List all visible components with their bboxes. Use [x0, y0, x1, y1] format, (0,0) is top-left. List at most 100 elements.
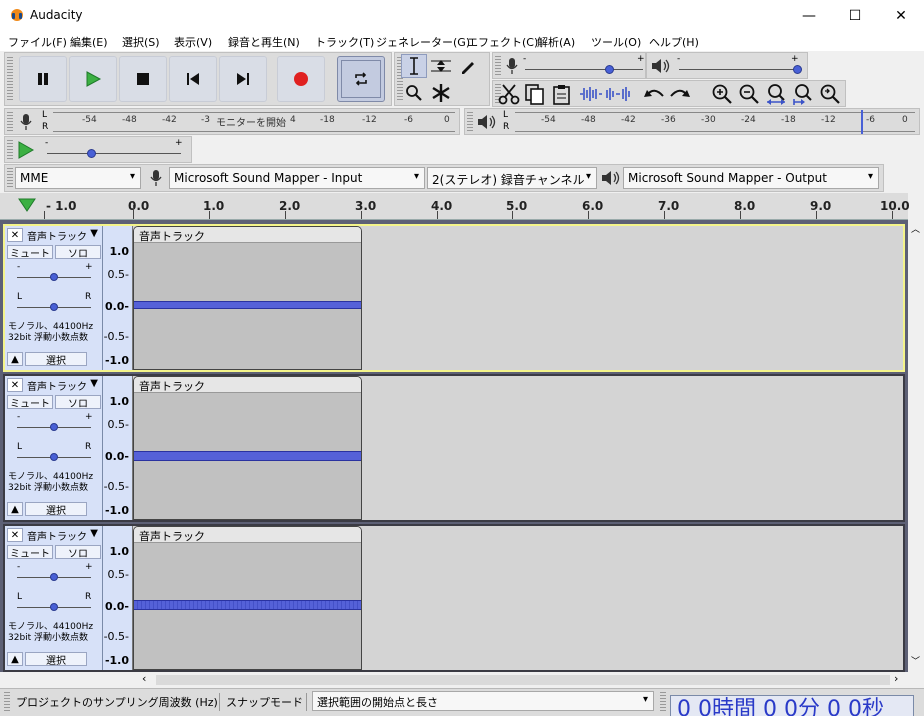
menu-transport[interactable]: 録音と再生(N) — [228, 34, 300, 50]
mute-button[interactable]: ミュート — [7, 395, 53, 410]
toolbar-grip[interactable] — [660, 692, 666, 712]
zoom-out-icon[interactable] — [738, 83, 760, 105]
select-track-button[interactable]: 選択 — [25, 652, 87, 667]
silence-audio-icon[interactable] — [605, 85, 631, 103]
maximize-button[interactable]: ☐ — [832, 0, 878, 31]
loop-button[interactable] — [337, 56, 385, 102]
audio-host-dropdown[interactable]: MME ▾ — [15, 167, 141, 189]
close-button[interactable]: ✕ — [878, 0, 924, 31]
zoom-tool[interactable] — [401, 81, 427, 105]
track-control-panel[interactable]: ✕ 音声トラック ▼ ミュート ソロ - + L R モノラル、44100Hz … — [5, 226, 103, 370]
audio-clip[interactable]: 音声トラック — [133, 376, 362, 520]
multi-tool[interactable] — [428, 81, 454, 105]
chevron-down-icon[interactable]: ﹀ — [911, 654, 920, 667]
selection-start-time[interactable]: 0 0時間 0 0分 0 0秒 — [670, 695, 914, 716]
menu-generate[interactable]: ジェネレーター(G) — [376, 34, 470, 50]
play-button[interactable] — [69, 56, 117, 102]
track-control-panel[interactable]: ✕ 音声トラック ▼ ミュート ソロ - + L R モノラル、44100Hz … — [5, 376, 103, 520]
menu-tools[interactable]: ツール(O) — [591, 34, 641, 50]
trim-audio-icon[interactable] — [578, 85, 604, 103]
zoom-toggle-icon[interactable] — [819, 83, 841, 105]
audio-track[interactable]: ✕ 音声トラック ▼ ミュート ソロ - + L R モノラル、44100Hz … — [3, 224, 905, 372]
track-close-button[interactable]: ✕ — [7, 378, 23, 392]
zoom-in-icon[interactable] — [711, 83, 733, 105]
menu-view[interactable]: 表示(V) — [174, 34, 212, 50]
start-monitoring-label[interactable]: モニターを開始 — [216, 114, 286, 129]
collapse-icon[interactable]: ▲ — [7, 652, 23, 666]
rec-volume-slider[interactable] — [605, 65, 614, 74]
toolbar-grip[interactable] — [4, 692, 10, 712]
amplitude-scale[interactable]: 1.0 0.5- 0.0- -0.5- -1.0 — [103, 376, 133, 520]
menu-edit[interactable]: 編集(E) — [70, 34, 108, 50]
mute-button[interactable]: ミュート — [7, 245, 53, 260]
amplitude-scale[interactable]: 1.0 0.5- 0.0- -0.5- -1.0 — [103, 526, 133, 670]
collapse-icon[interactable]: ▲ — [7, 502, 23, 516]
toolbar-grip[interactable] — [7, 112, 13, 132]
audio-clip[interactable]: 音声トラック — [133, 526, 362, 670]
toolbar-grip[interactable] — [7, 168, 13, 188]
pan-slider[interactable] — [50, 453, 58, 461]
solo-button[interactable]: ソロ — [55, 545, 101, 560]
collapse-icon[interactable]: ▲ — [7, 352, 23, 366]
fit-project-icon[interactable] — [792, 83, 814, 105]
pause-button[interactable] — [19, 56, 67, 102]
menu-file[interactable]: ファイル(F) — [8, 34, 67, 50]
copy-icon[interactable] — [524, 83, 546, 105]
record-button[interactable] — [277, 56, 325, 102]
toolbar-grip[interactable] — [495, 56, 501, 76]
recording-device-dropdown[interactable]: Microsoft Sound Mapper - Input ▾ — [169, 167, 425, 189]
clip-title[interactable]: 音声トラック — [134, 227, 361, 243]
stop-button[interactable] — [119, 56, 167, 102]
paste-icon[interactable] — [551, 83, 573, 105]
toolbar-grip[interactable] — [7, 57, 13, 101]
selection-tool[interactable] — [401, 54, 427, 78]
skip-to-end-button[interactable] — [219, 56, 267, 102]
track-close-button[interactable]: ✕ — [7, 228, 23, 242]
mute-button[interactable]: ミュート — [7, 545, 53, 560]
menu-select[interactable]: 選択(S) — [122, 34, 160, 50]
track-close-button[interactable]: ✕ — [7, 528, 23, 542]
audio-track[interactable]: ✕ 音声トラック ▼ ミュート ソロ - + L R モノラル、44100Hz … — [3, 524, 905, 672]
vertical-scrollbar[interactable]: ︿ ﹀ — [908, 220, 924, 672]
audio-track[interactable]: ✕ 音声トラック ▼ ミュート ソロ - + L R モノラル、44100Hz … — [3, 374, 905, 522]
toolbar-grip[interactable] — [467, 112, 473, 132]
playback-device-dropdown[interactable]: Microsoft Sound Mapper - Output ▾ — [623, 167, 879, 189]
skip-to-start-button[interactable] — [169, 56, 217, 102]
recording-channels-dropdown[interactable]: 2(ステレオ) 録音チャンネル ▾ — [427, 167, 597, 189]
menu-effect[interactable]: エフェクト(C) — [467, 34, 538, 50]
solo-button[interactable]: ソロ — [55, 245, 101, 260]
undo-icon[interactable] — [643, 85, 665, 103]
chevron-left-icon[interactable]: ‹ — [142, 672, 146, 685]
gain-slider[interactable] — [50, 573, 58, 581]
track-menu-button[interactable]: 音声トラック ▼ — [25, 228, 101, 243]
cut-icon[interactable] — [498, 83, 520, 105]
microphone-icon[interactable] — [19, 113, 33, 131]
draw-tool[interactable] — [455, 54, 481, 78]
track-menu-button[interactable]: 音声トラック ▼ — [25, 378, 101, 393]
play-at-speed-icon[interactable] — [17, 141, 35, 159]
selection-format-dropdown[interactable]: 選択範囲の開始点と長さ ▾ — [312, 691, 654, 711]
track-control-panel[interactable]: ✕ 音声トラック ▼ ミュート ソロ - + L R モノラル、44100Hz … — [5, 526, 103, 670]
scroll-thumb[interactable] — [156, 675, 890, 685]
chevron-right-icon[interactable]: › — [894, 672, 898, 685]
clip-title[interactable]: 音声トラック — [134, 377, 361, 393]
gain-slider[interactable] — [50, 423, 58, 431]
select-track-button[interactable]: 選択 — [25, 502, 87, 517]
select-track-button[interactable]: 選択 — [25, 352, 87, 367]
menu-help[interactable]: ヘルプ(H) — [649, 34, 699, 50]
pan-slider[interactable] — [50, 603, 58, 611]
envelope-tool[interactable] — [428, 54, 454, 78]
clip-title[interactable]: 音声トラック — [134, 527, 361, 543]
speaker-icon[interactable] — [477, 114, 497, 130]
pan-slider[interactable] — [50, 303, 58, 311]
audio-clip[interactable]: 音声トラック — [133, 226, 362, 370]
menu-analyze[interactable]: 解析(A) — [537, 34, 575, 50]
horizontal-scrollbar[interactable]: ‹ › — [0, 672, 908, 688]
timeline-ruler[interactable]: - 1.0 0.0 1.0 2.0 3.0 4.0 5.0 6.0 7.0 8.… — [0, 193, 910, 220]
solo-button[interactable]: ソロ — [55, 395, 101, 410]
track-menu-button[interactable]: 音声トラック ▼ — [25, 528, 101, 543]
fit-selection-icon[interactable] — [765, 83, 787, 105]
redo-icon[interactable] — [669, 85, 691, 103]
play-volume-slider[interactable] — [793, 65, 802, 74]
amplitude-scale[interactable]: 1.0 0.5- 0.0- -0.5- -1.0 — [103, 226, 133, 370]
